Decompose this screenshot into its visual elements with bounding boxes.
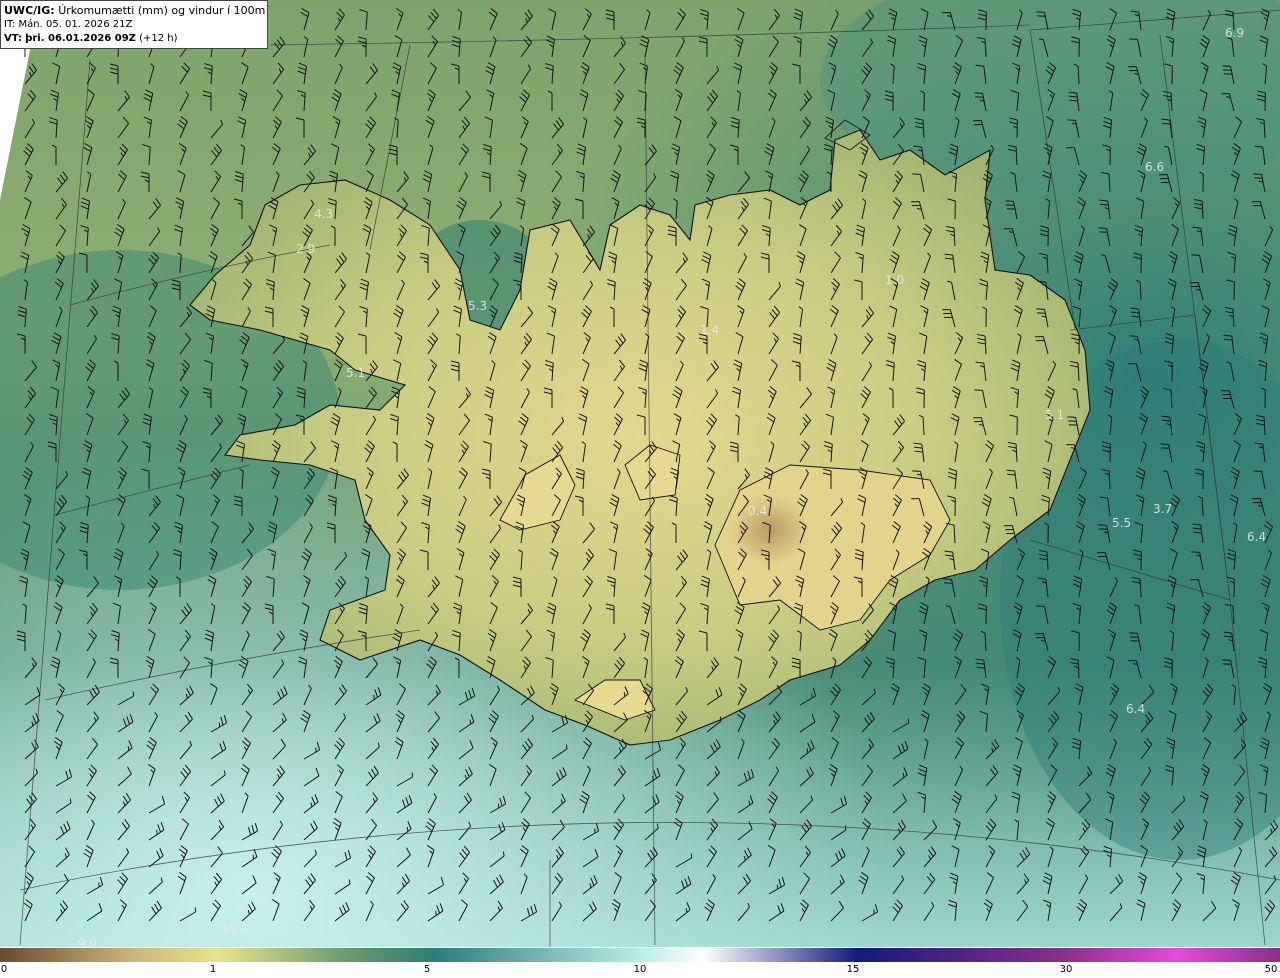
point-value: 6.6 — [1145, 160, 1164, 174]
valid-time-line: VT: þri. 06.01.2026 09Z (+12 h) — [4, 32, 264, 46]
model-prefix: UWC/IG: — [4, 4, 55, 17]
point-value: 9.9 — [78, 937, 97, 947]
point-value: 0.4 — [748, 504, 767, 518]
colorbar-tick: 15 — [846, 964, 860, 975]
colorbar-tick: 0 — [0, 964, 8, 975]
title-line: UWC/IG: Úrkomumætti (mm) og vindur í 100… — [4, 4, 267, 18]
field-layer — [0, 0, 1280, 947]
valid-prefix: VT: — [4, 33, 23, 44]
point-value: 10.4 — [221, 922, 248, 936]
colorbar-tick: 5 — [423, 964, 431, 975]
point-value: 6.4 — [1247, 530, 1266, 544]
point-value: 5.1 — [346, 366, 365, 380]
point-value: 4.3 — [314, 207, 333, 221]
colorbar-tick: 1 — [209, 964, 217, 975]
valid-time: þri. 06.01.2026 09Z — [25, 33, 136, 44]
map-title: Úrkomumætti (mm) og vindur í 100m hæð — [58, 4, 267, 17]
point-value: 5.1 — [1045, 408, 1064, 422]
map-canvas: 6.9 6.6 4.3 2.9 5.3 5.1 1.4 1.0 5.1 0.4 … — [0, 0, 1280, 947]
point-value: 5.3 — [468, 299, 487, 313]
colorbar-tick: 50 — [1264, 964, 1278, 975]
lead-time: (+12 h) — [139, 33, 178, 44]
point-value: 5.5 — [1112, 516, 1131, 530]
point-value: 1.0 — [885, 273, 904, 287]
colorbar-tick: 10 — [633, 964, 647, 975]
point-value: 6.9 — [1225, 26, 1244, 40]
map-info-box: UWC/IG: Úrkomumætti (mm) og vindur í 100… — [0, 0, 268, 49]
forecast-map: 6.9 6.6 4.3 2.9 5.3 5.1 1.4 1.0 5.1 0.4 … — [0, 0, 1280, 978]
init-time: IT: Mán. 05. 01. 2026 21Z — [4, 19, 133, 30]
point-value: 2.9 — [296, 242, 315, 256]
point-value: 3.7 — [1153, 502, 1172, 516]
colorbar: 0 1 5 10 15 30 50 — [0, 947, 1280, 978]
point-value: 1.4 — [700, 323, 719, 337]
colorbar-strip — [0, 948, 1280, 962]
point-value: 6.4 — [1126, 702, 1145, 716]
colorbar-tick: 30 — [1059, 964, 1073, 975]
